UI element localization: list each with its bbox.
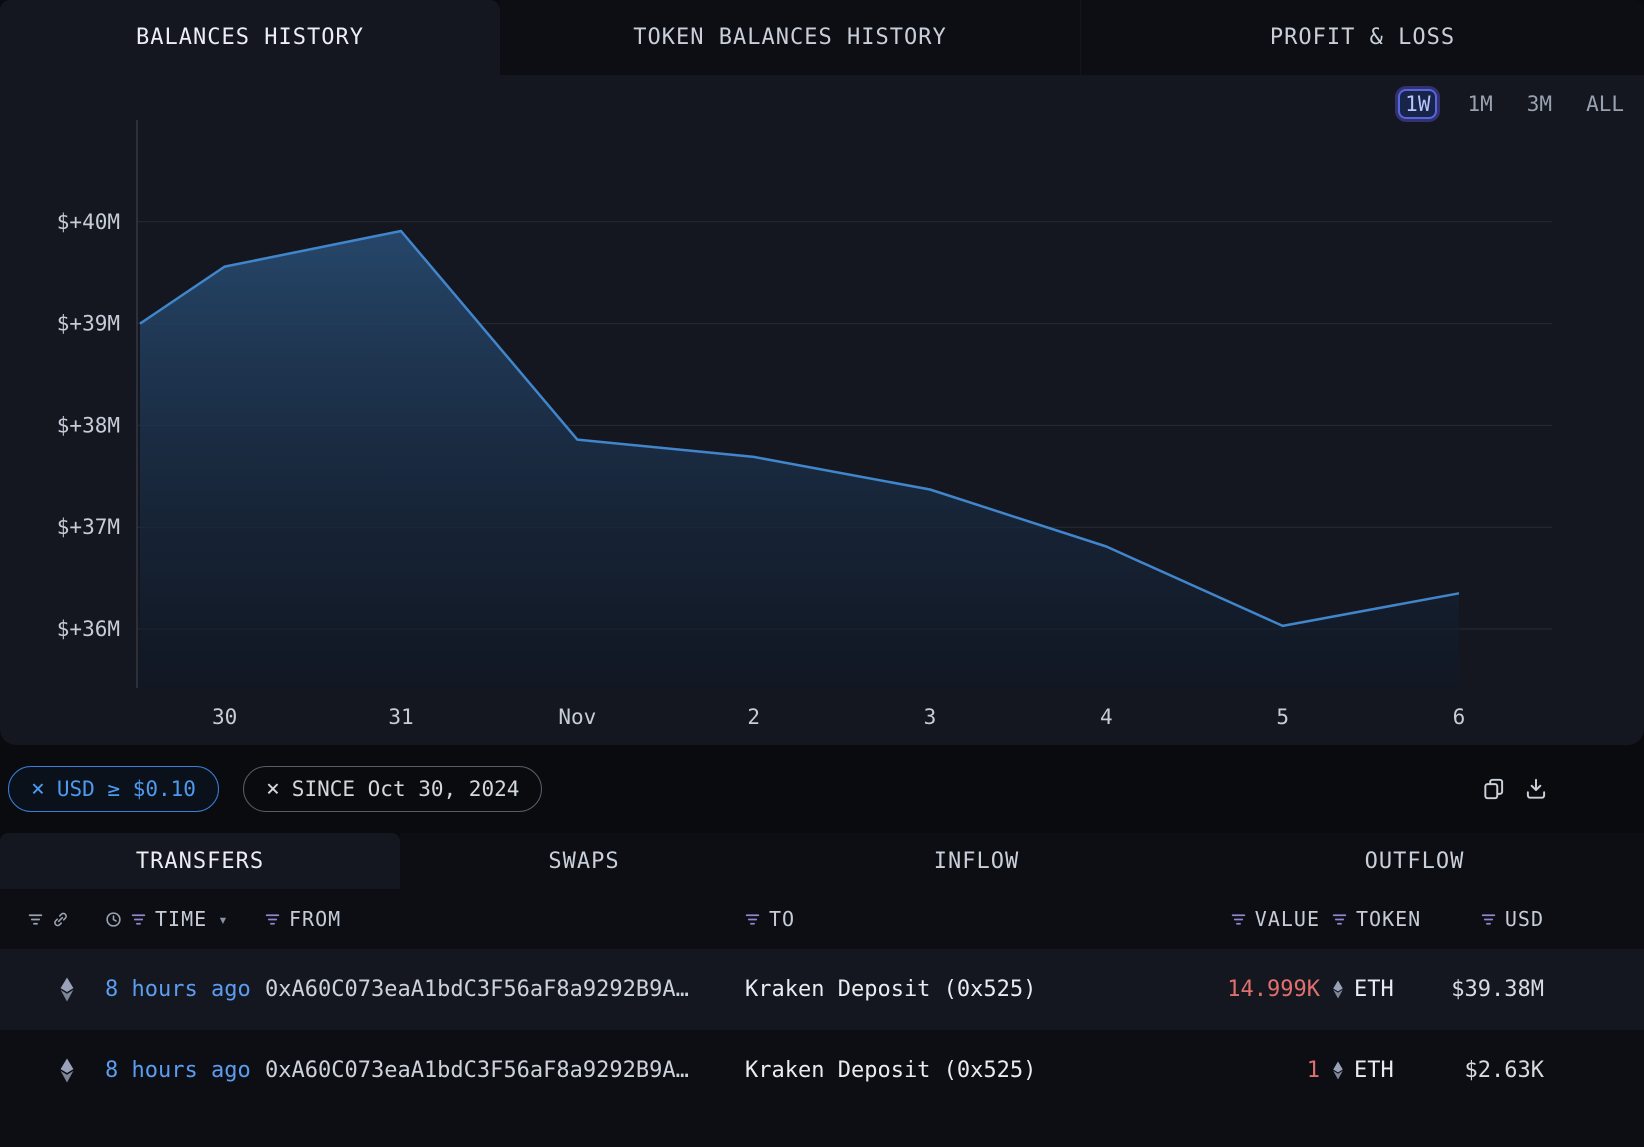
svg-text:$+40M: $+40M	[57, 210, 120, 234]
svg-text:5: 5	[1276, 705, 1289, 729]
filter-chip-since-date[interactable]: × SINCE Oct 30, 2024	[243, 766, 542, 812]
tab-transfers[interactable]: TRANSFERS	[0, 833, 400, 889]
filter-icon[interactable]	[1481, 912, 1496, 927]
svg-text:4: 4	[1100, 705, 1113, 729]
table-header: TIME ▾ FROM TO VALUE TOKEN	[0, 889, 1644, 949]
tab-outflow[interactable]: OUTFLOW	[1185, 833, 1644, 889]
filter-icon[interactable]	[1231, 912, 1246, 927]
svg-text:31: 31	[388, 705, 413, 729]
column-label-to: TO	[769, 907, 795, 931]
tab-label: BALANCES HISTORY	[136, 25, 364, 50]
transfer-value: 1	[1215, 1058, 1320, 1083]
tab-swaps[interactable]: SWAPS	[400, 833, 768, 889]
tab-label: OUTFLOW	[1365, 849, 1465, 874]
tab-label: INFLOW	[934, 849, 1019, 874]
svg-text:$+37M: $+37M	[57, 515, 120, 539]
transfer-usd: $39.38M	[1430, 977, 1544, 1002]
svg-text:2: 2	[747, 705, 760, 729]
tab-inflow[interactable]: INFLOW	[768, 833, 1185, 889]
transfer-value: 14.999K	[1215, 977, 1320, 1002]
column-header-token[interactable]: TOKEN	[1320, 907, 1430, 931]
filter-bar: × USD ≥ $0.10 × SINCE Oct 30, 2024	[0, 745, 1644, 833]
filter-chip-usd-threshold[interactable]: × USD ≥ $0.10	[8, 766, 219, 812]
transfer-from-address[interactable]: 0xA60C073eaA1bdC3F56aF8a9292B9A…	[265, 977, 745, 1002]
tab-label: SWAPS	[548, 849, 619, 874]
tab-profit-and-loss[interactable]: PROFIT & LOSS	[1080, 0, 1644, 75]
column-header-from[interactable]: FROM	[265, 907, 745, 931]
tab-label: TRANSFERS	[136, 849, 264, 874]
svg-text:$+36M: $+36M	[57, 617, 120, 641]
table-tabbar: TRANSFERS SWAPS INFLOW OUTFLOW	[0, 833, 1644, 889]
table-filler	[0, 1111, 1644, 1147]
eth-icon	[1332, 980, 1344, 999]
eth-icon	[28, 977, 105, 1002]
chart-tabbar: BALANCES HISTORY TOKEN BALANCES HISTORY …	[0, 0, 1644, 75]
filter-icon[interactable]	[1332, 912, 1347, 927]
tab-label: TOKEN BALANCES HISTORY	[633, 25, 946, 50]
link-icon[interactable]	[52, 911, 69, 928]
column-header-usd[interactable]: USD	[1430, 907, 1544, 931]
tab-label: PROFIT & LOSS	[1270, 25, 1455, 50]
transfer-usd: $2.63K	[1430, 1058, 1544, 1083]
table-row[interactable]: 8 hours ago 0xA60C073eaA1bdC3F56aF8a9292…	[0, 949, 1644, 1030]
range-1m-button[interactable]: 1M	[1463, 90, 1496, 118]
transfer-to-entity[interactable]: Kraken Deposit (0x525)	[745, 1058, 1215, 1083]
filter-icon[interactable]	[745, 912, 760, 927]
column-header-to[interactable]: TO	[745, 907, 1215, 931]
balances-area-chart[interactable]: $+40M $+39M $+38M $+37M $+36M 30 31 Nov 2 3 4 5 6	[0, 120, 1644, 740]
close-icon[interactable]: ×	[266, 778, 280, 801]
transfer-time-link[interactable]: 8 hours ago	[105, 977, 265, 1002]
table-row[interactable]: 8 hours ago 0xA60C073eaA1bdC3F56aF8a9292…	[0, 1030, 1644, 1111]
column-label-token: TOKEN	[1356, 907, 1421, 931]
filter-icon[interactable]	[265, 912, 280, 927]
time-range-selector: 1W 1M 3M ALL	[1398, 89, 1628, 119]
svg-text:30: 30	[212, 705, 237, 729]
token-symbol: ETH	[1354, 1058, 1394, 1083]
eth-icon	[28, 1058, 105, 1083]
filter-chip-label: USD ≥ $0.10	[57, 777, 196, 801]
range-all-button[interactable]: ALL	[1582, 90, 1628, 118]
column-header-value[interactable]: VALUE	[1215, 907, 1320, 931]
column-header-time[interactable]: TIME ▾	[105, 907, 265, 931]
download-icon[interactable]	[1523, 776, 1549, 802]
token-symbol: ETH	[1354, 977, 1394, 1002]
range-3m-button[interactable]: 3M	[1523, 90, 1556, 118]
tab-balances-history[interactable]: BALANCES HISTORY	[0, 0, 500, 75]
transfers-section: TRANSFERS SWAPS INFLOW OUTFLOW	[0, 833, 1644, 1147]
table-actions	[1481, 776, 1549, 802]
eth-icon	[1332, 1061, 1344, 1080]
svg-text:Nov: Nov	[558, 705, 596, 729]
copy-icon[interactable]	[1481, 776, 1507, 802]
filter-icon[interactable]	[28, 912, 43, 927]
range-1w-button[interactable]: 1W	[1398, 89, 1437, 119]
column-header-asset	[28, 911, 105, 928]
svg-text:$+39M: $+39M	[57, 312, 120, 336]
column-label-usd: USD	[1505, 907, 1544, 931]
svg-text:$+38M: $+38M	[57, 413, 120, 437]
column-label-value: VALUE	[1255, 907, 1320, 931]
transfer-time-link[interactable]: 8 hours ago	[105, 1058, 265, 1083]
caret-down-icon[interactable]: ▾	[218, 910, 228, 929]
transfer-token[interactable]: ETH	[1320, 1058, 1430, 1083]
svg-text:3: 3	[924, 705, 937, 729]
column-label-time: TIME	[155, 907, 207, 931]
svg-text:6: 6	[1453, 705, 1466, 729]
column-label-from: FROM	[289, 907, 341, 931]
tab-token-balances-history[interactable]: TOKEN BALANCES HISTORY	[500, 0, 1080, 75]
filter-chip-label: SINCE Oct 30, 2024	[292, 777, 520, 801]
transfer-from-address[interactable]: 0xA60C073eaA1bdC3F56aF8a9292B9A…	[265, 1058, 745, 1083]
transfer-token[interactable]: ETH	[1320, 977, 1430, 1002]
filter-icon[interactable]	[131, 912, 146, 927]
clock-icon	[105, 911, 122, 928]
close-icon[interactable]: ×	[31, 778, 45, 801]
balances-history-panel: 1W 1M 3M ALL $+40M $+39M $+38M $+37M $+36M 30…	[0, 75, 1644, 745]
transfer-to-entity[interactable]: Kraken Deposit (0x525)	[745, 977, 1215, 1002]
